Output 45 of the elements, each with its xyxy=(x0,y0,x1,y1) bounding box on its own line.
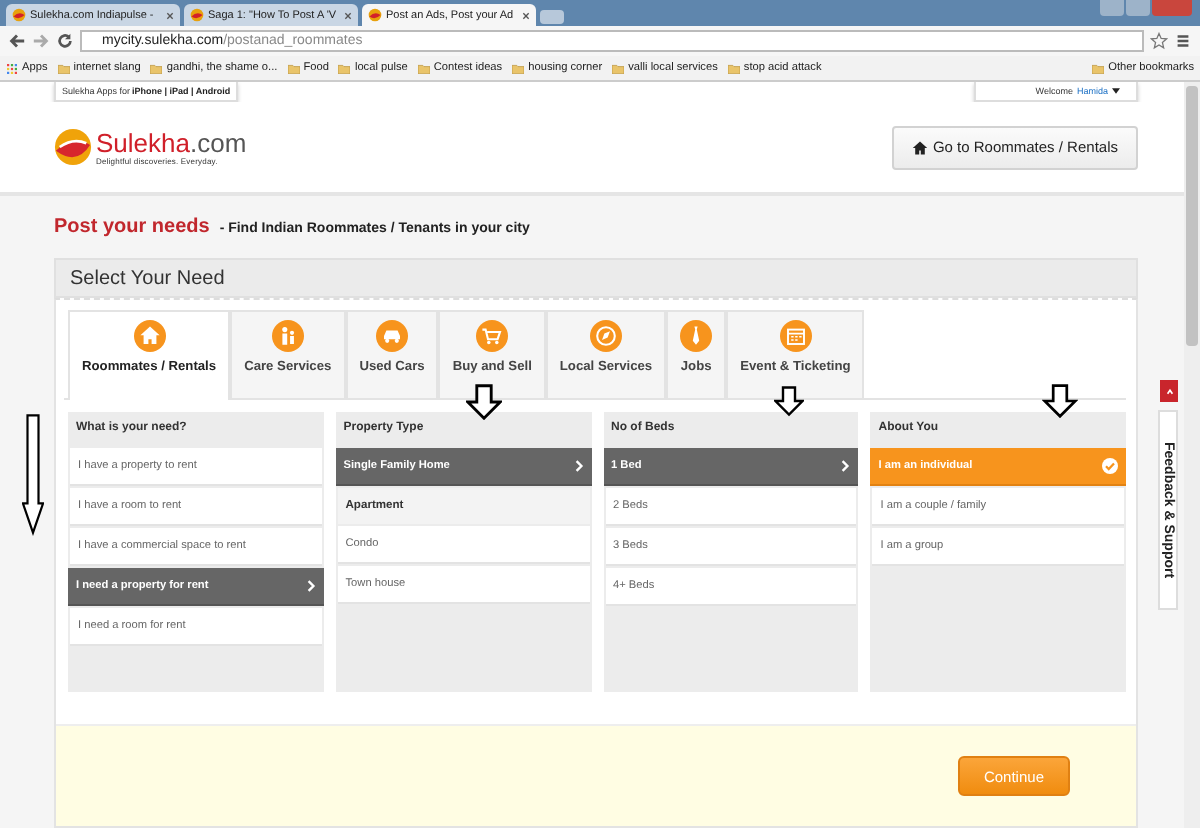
house-icon xyxy=(912,139,929,155)
chevron-right-icon xyxy=(305,578,316,594)
logo-text: Sulekha.com xyxy=(96,129,247,155)
chevron-right-icon xyxy=(573,458,583,474)
folder-icon xyxy=(612,63,625,73)
down-arrow-icon xyxy=(466,384,502,420)
folder-icon xyxy=(338,63,351,73)
folder-icon xyxy=(57,63,70,73)
down-arrow-icon xyxy=(22,412,44,536)
bookmark-star-icon[interactable] xyxy=(1150,32,1168,50)
folder-icon xyxy=(727,63,740,73)
caret-down-icon[interactable] xyxy=(1112,88,1120,94)
back-icon[interactable] xyxy=(8,32,26,50)
folder-icon xyxy=(287,63,300,73)
share-button[interactable] xyxy=(1160,380,1178,402)
close-tab-icon[interactable] xyxy=(344,11,352,19)
chevron-right-icon xyxy=(840,458,851,474)
car-icon xyxy=(376,320,409,352)
cart-icon xyxy=(476,320,509,352)
close-tab-icon[interactable] xyxy=(166,11,174,19)
house-icon xyxy=(133,320,166,352)
site-logo-icon xyxy=(12,8,26,22)
down-arrow-icon xyxy=(1042,384,1078,418)
folder-icon xyxy=(150,63,163,73)
close-tab-icon[interactable] xyxy=(522,11,530,19)
calendar-icon xyxy=(779,320,812,352)
people-icon xyxy=(271,320,304,352)
section-title: Select Your Need xyxy=(54,258,1138,298)
forward-icon[interactable] xyxy=(32,32,50,50)
down-arrow-icon xyxy=(774,384,804,418)
compass-icon xyxy=(590,320,622,352)
page-heading: Post your needs xyxy=(54,216,210,238)
site-logo-icon xyxy=(190,8,204,22)
folder-icon xyxy=(512,63,525,73)
site-logo-icon xyxy=(368,8,382,22)
tie-icon xyxy=(680,320,713,352)
logo-icon xyxy=(54,128,92,166)
caret-up-icon xyxy=(1163,385,1175,397)
folder-icon xyxy=(417,63,430,73)
apps-grid-icon xyxy=(6,63,18,73)
menu-icon[interactable] xyxy=(1174,32,1192,50)
reload-icon[interactable] xyxy=(56,32,74,50)
checkmark-icon xyxy=(1102,458,1118,474)
folder-icon xyxy=(1092,63,1105,73)
scrollbar-thumb[interactable] xyxy=(1186,86,1198,346)
